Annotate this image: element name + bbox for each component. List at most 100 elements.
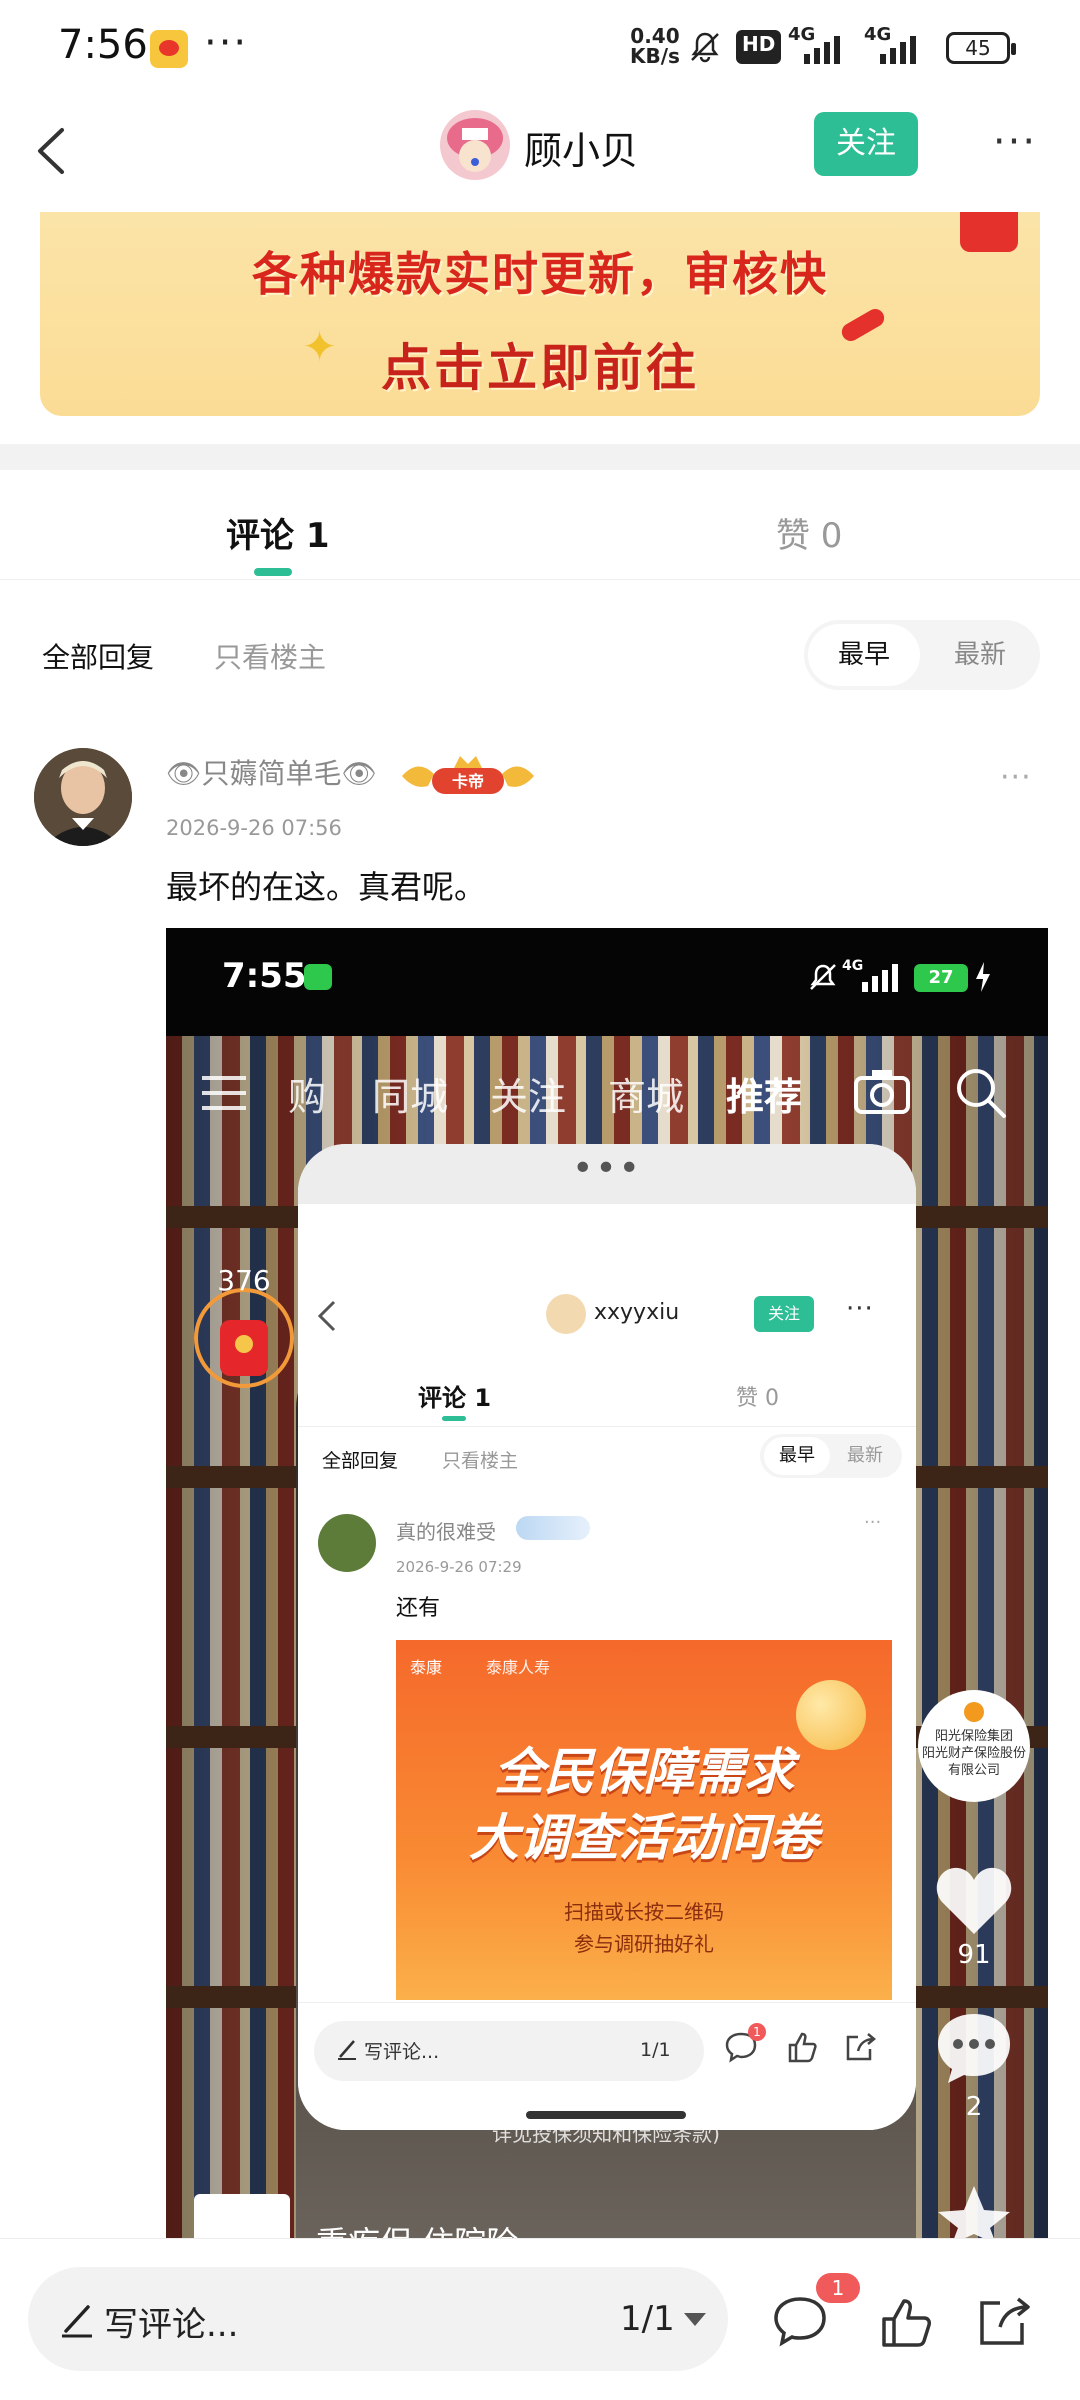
page-dropdown-icon[interactable] xyxy=(684,2313,706,2326)
promo-banner[interactable]: 各种爆款实时更新，审核快 ✦ 点击立即前往 xyxy=(40,212,1040,416)
section-divider xyxy=(0,444,1080,470)
popup-sort-toggle: 最早 最新 xyxy=(760,1434,902,1478)
status-more-dots: ··· xyxy=(204,20,249,66)
popup-like-icon xyxy=(788,2032,817,2063)
comment-icon[interactable] xyxy=(772,2295,828,2347)
image-nav-local: 同城 xyxy=(372,1075,449,1119)
like-count: 91 xyxy=(957,1940,991,1970)
product-thumb xyxy=(194,2194,290,2238)
image-disclaimer: 详见投保须知和保险条款) xyxy=(492,2122,720,2146)
sun-icon xyxy=(964,1702,984,1722)
popup-bottom-bar: 写评论... 1/1 1 xyxy=(298,2002,916,2130)
taikang-logo: 泰康 xyxy=(410,1658,443,1677)
filter-all-replies[interactable]: 全部回复 xyxy=(42,636,154,676)
image-battery-icon: 27 xyxy=(914,964,968,992)
share-icon[interactable] xyxy=(976,2293,1032,2349)
popup-tab-indicator xyxy=(442,1416,466,1421)
heart-icon xyxy=(936,1867,1012,1934)
thumbs-up-icon[interactable] xyxy=(878,2295,934,2349)
popup-page-indicator: 1/1 xyxy=(640,2039,671,2061)
page-indicator[interactable]: 1/1 xyxy=(620,2299,675,2339)
commenter-avatar[interactable] xyxy=(34,748,132,846)
popup-share-icon xyxy=(846,2033,876,2061)
comment-attached-image[interactable]: 7:55 4G 27 购 同城 关注 商城 推荐 376 ••• xxyyxiu… xyxy=(166,928,1048,2238)
red-packet-timer: 376 xyxy=(194,1264,294,1412)
comment-input-placeholder: 写评论... xyxy=(104,2305,239,2345)
popup-tab-comments: 评论 1 xyxy=(418,1384,492,1412)
star-icon xyxy=(938,2186,1010,2238)
hd-voice-icon: HD xyxy=(736,30,782,64)
popup-comment-more-icon: ··· xyxy=(864,1512,882,1533)
ad-subtext-1: 扫描或长按二维码 xyxy=(564,1900,724,1924)
signal-bars-2-icon xyxy=(880,36,916,64)
top-header: 顾小贝 关注 ··· xyxy=(0,96,1080,212)
popup-filter-all: 全部回复 xyxy=(322,1450,399,1472)
sort-newest-button[interactable]: 最新 xyxy=(924,624,1036,686)
charging-icon xyxy=(976,962,990,992)
more-options-icon[interactable]: ··· xyxy=(980,122,1050,168)
image-status-bar: 7:55 4G 27 xyxy=(166,928,1048,1036)
image-nav-mall: 商城 xyxy=(608,1075,685,1119)
weibo-notification-icon xyxy=(150,30,188,68)
commenter-username[interactable]: 👁只薅简单毛👁 xyxy=(166,752,377,792)
comment-text: 最坏的在这。真君呢。 xyxy=(166,868,487,906)
popup-input-placeholder: 写评论... xyxy=(364,2041,440,2063)
follow-button[interactable]: 关注 xyxy=(814,112,918,176)
comment-bubble-icon xyxy=(938,2014,1010,2083)
page-title-username[interactable]: 顾小贝 xyxy=(524,120,638,175)
popup-tab-likes: 赞 0 xyxy=(736,1386,779,1411)
back-arrow-icon[interactable] xyxy=(20,116,90,186)
popup-comment-date: 2026-9-26 07:29 xyxy=(396,1558,522,1576)
image-nav-follow: 关注 xyxy=(490,1075,567,1119)
popup-username: xxyyxiu xyxy=(594,1300,680,1325)
ad-headline-2: 大调查活动问卷 xyxy=(469,1809,819,1867)
sort-toggle: 最早 最新 xyxy=(804,620,1040,690)
ad-headline-1: 全民保障需求 xyxy=(494,1743,794,1801)
network-speed-value: 0.40 xyxy=(630,24,680,48)
user-avatar[interactable] xyxy=(440,110,510,180)
popup-user-avatar xyxy=(546,1294,586,1334)
popup-divider xyxy=(298,1426,916,1427)
taikang-life-logo: 泰康人寿 xyxy=(486,1658,551,1677)
comment-date: 2026-9-26 07:56 xyxy=(166,816,342,840)
comment-input[interactable]: 写评论... 1/1 xyxy=(28,2267,728,2371)
popup-comment-input: 写评论... 1/1 xyxy=(314,2021,704,2081)
image-nav-shop: 购 xyxy=(288,1075,327,1119)
image-mute-icon xyxy=(810,964,836,990)
popup-sort-earliest: 最早 xyxy=(764,1437,830,1475)
tab-comments[interactable]: 评论 1 xyxy=(226,508,330,557)
popup-commenter-name: 真的很难受 xyxy=(396,1520,496,1544)
image-status-time: 7:55 xyxy=(222,956,307,996)
tab-likes[interactable]: 赞 0 xyxy=(776,508,842,557)
red-packet-count: 376 xyxy=(217,1264,271,1297)
bottom-action-bar: 写评论... 1/1 1 xyxy=(0,2238,1080,2400)
crown-badge-icon: 卡帝 xyxy=(402,756,534,794)
insurance-ad-image: 泰康 泰康人寿 全民保障需求 大调查活动问卷 扫描或长按二维码 参与调研抽好礼 xyxy=(396,1640,892,2000)
mute-bell-icon xyxy=(691,32,719,63)
banner-cta[interactable]: 点击立即前往 xyxy=(40,328,1040,400)
portrait-avatar-icon xyxy=(34,748,132,846)
popup-commenter-avatar xyxy=(318,1514,376,1572)
banner-headline: 各种爆款实时更新，审核快 xyxy=(252,247,828,301)
camera-icon xyxy=(854,1070,910,1114)
badge-label: 卡帝 xyxy=(452,772,484,791)
comment-like-tabs: 评论 1 赞 0 xyxy=(0,470,1080,580)
message-icon xyxy=(304,964,332,990)
popup-level-badge xyxy=(516,1516,590,1540)
status-bar: 7:56 ··· 0.40 KB/s HD 4G 4G 45 xyxy=(0,0,1080,96)
popup-header-strip: ••• xyxy=(298,1144,916,1204)
filter-op-only[interactable]: 只看楼主 xyxy=(214,636,326,676)
sunshine-insurance-logo: 阳光保险集团 阳光财产保险股份有限公司 xyxy=(918,1690,1030,1802)
popup-sort-newest: 最新 xyxy=(847,1445,883,1466)
image-product-title: 重疾保 住院险 xyxy=(316,2218,518,2238)
image-top-nav: 购 同城 关注 商城 推荐 xyxy=(166,1056,1048,1146)
popup-filter-op: 只看楼主 xyxy=(442,1450,519,1472)
popup-back-icon xyxy=(317,1300,336,1332)
search-icon xyxy=(957,1069,1006,1118)
image-signal-icon xyxy=(862,964,898,992)
popup-comment-badge: 1 xyxy=(748,2023,766,2041)
comment-more-icon[interactable]: ··· xyxy=(1000,760,1032,795)
popup-pen-icon xyxy=(338,2040,356,2060)
sort-earliest-button[interactable]: 最早 xyxy=(808,624,920,686)
signal-bars-icon xyxy=(804,36,840,64)
